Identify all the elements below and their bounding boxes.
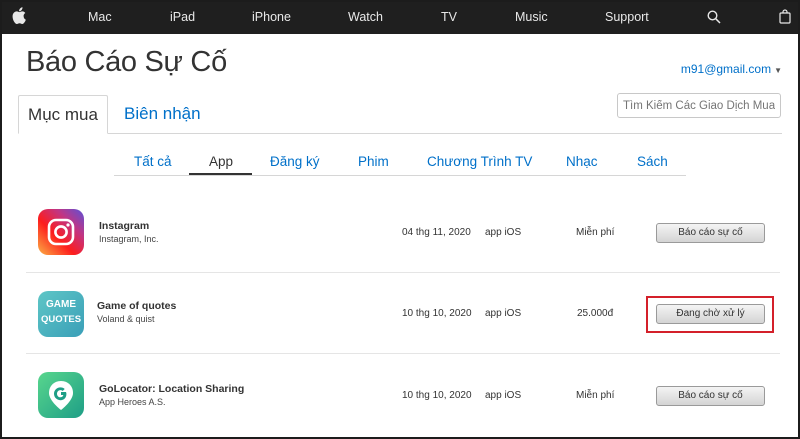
game-of-quotes-app-icon: GAME QUOTES [38, 291, 84, 337]
app-name[interactable]: GoLocator: Location Sharing [99, 383, 244, 395]
filter-books[interactable]: Sách [637, 154, 668, 169]
highlight-box [646, 296, 774, 333]
purchase-price: 25.000đ [577, 308, 614, 319]
app-name[interactable]: Instagram [99, 220, 149, 232]
nav-item-iphone[interactable]: iPhone [252, 0, 291, 34]
apple-logo-icon[interactable] [12, 7, 26, 29]
search-purchases-input[interactable] [617, 93, 781, 118]
nav-item-music[interactable]: Music [515, 0, 548, 34]
nav-item-support[interactable]: Support [605, 0, 649, 34]
row-divider [26, 272, 780, 273]
tab-receipts[interactable]: Biên nhận [124, 95, 201, 134]
account-email: m91@gmail.com [680, 62, 772, 76]
global-nav: Mac iPad iPhone Watch TV Music Support [0, 0, 800, 34]
purchase-date: 10 thg 10, 2020 [402, 390, 472, 401]
filter-music[interactable]: Nhạc [566, 154, 598, 169]
app-developer: App Heroes A.S. [99, 397, 166, 407]
page-title: Báo Cáo Sự Cố [26, 46, 227, 78]
active-filter-underline [189, 173, 252, 175]
filter-tv-shows[interactable]: Chương Trình TV [427, 154, 532, 169]
filter-movies[interactable]: Phim [358, 154, 389, 169]
golocator-app-icon [38, 372, 84, 418]
app-developer: Voland & quist [97, 314, 155, 324]
icon-text-quotes: QUOTES [40, 314, 82, 325]
row-divider [26, 353, 780, 354]
app-name[interactable]: Game of quotes [97, 300, 176, 312]
purchase-type: app iOS [485, 390, 522, 401]
filter-app[interactable]: App [209, 154, 233, 169]
account-menu[interactable]: m91@gmail.com ▼ [681, 62, 782, 76]
purchase-price: Miễn phí [576, 227, 615, 238]
tab-purchases[interactable]: Mục mua [18, 95, 108, 134]
purchase-type: app iOS [485, 227, 522, 238]
nav-item-mac[interactable]: Mac [88, 0, 112, 34]
nav-item-tv[interactable]: TV [441, 0, 457, 34]
icon-text-game: GAME [46, 299, 76, 310]
instagram-app-icon [38, 209, 84, 255]
purchase-price: Miễn phí [576, 390, 615, 401]
purchase-type: app iOS [485, 308, 522, 319]
report-problem-button[interactable]: Báo cáo sự cố [656, 386, 765, 406]
filter-subscriptions[interactable]: Đăng ký [270, 154, 320, 169]
purchase-date: 10 thg 10, 2020 [402, 308, 472, 319]
filter-all[interactable]: Tất cả [134, 154, 172, 169]
report-problem-button[interactable]: Báo cáo sự cố [656, 223, 765, 243]
purchase-date: 04 thg 11, 2020 [402, 227, 471, 238]
bag-icon[interactable] [779, 9, 791, 29]
nav-item-ipad[interactable]: iPad [170, 0, 195, 34]
app-developer: Instagram, Inc. [99, 234, 159, 244]
nav-item-watch[interactable]: Watch [348, 0, 383, 34]
search-icon[interactable] [707, 10, 721, 29]
caret-down-icon: ▼ [774, 66, 782, 75]
